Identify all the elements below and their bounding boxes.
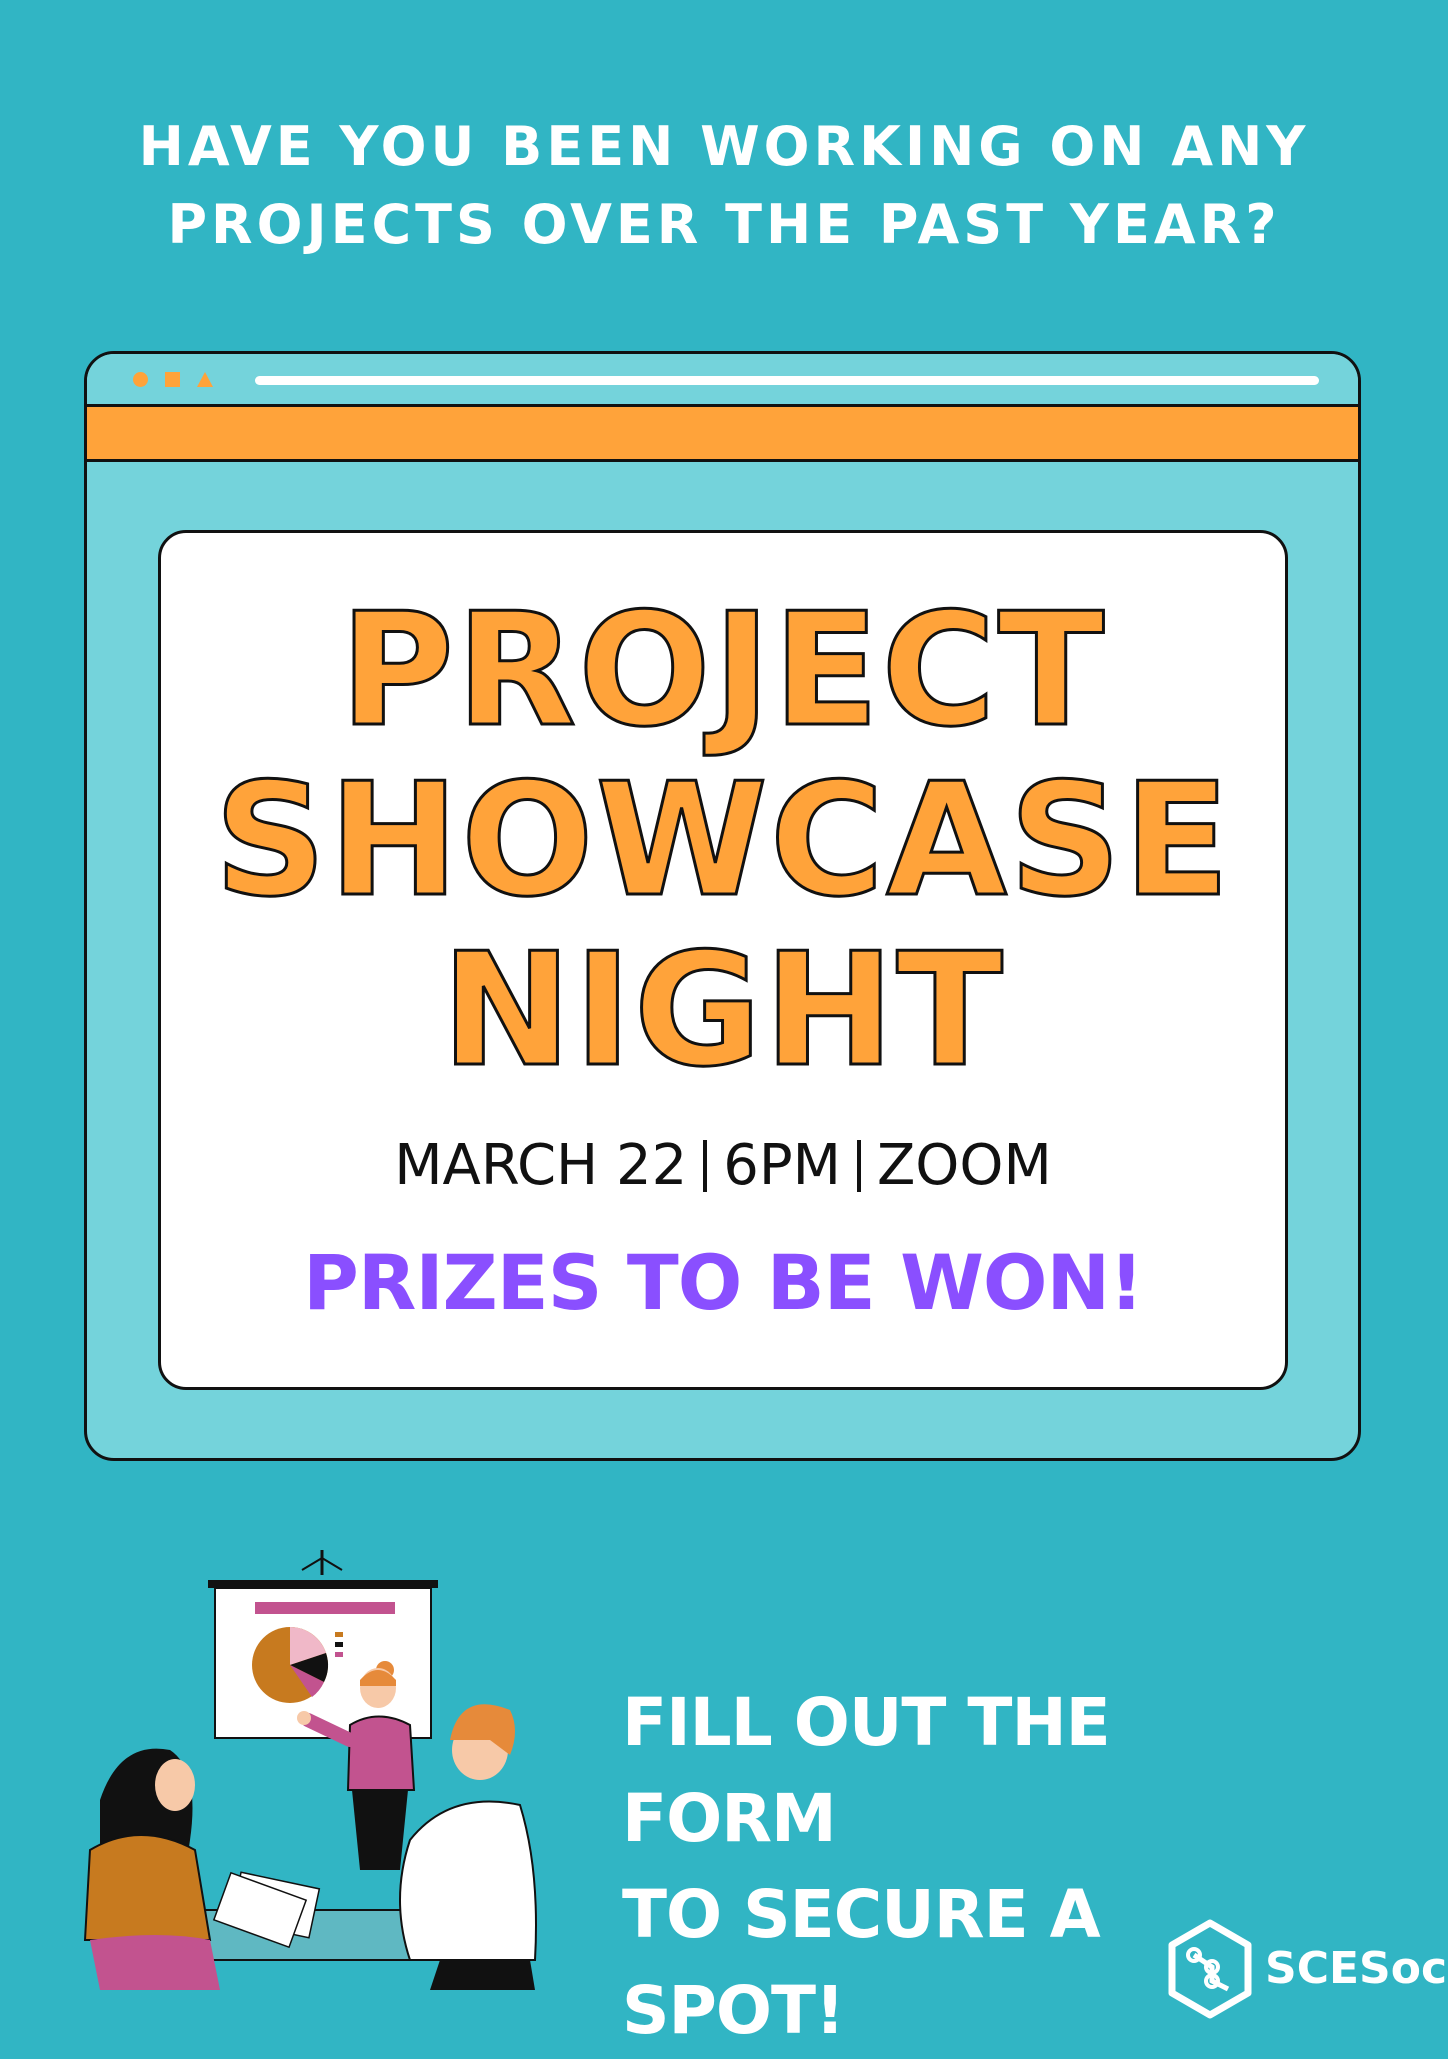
square-icon xyxy=(165,372,180,387)
intro-question-line-2: PROJECTS OVER THE PAST YEAR? xyxy=(167,193,1281,256)
window-toolbar-band xyxy=(87,404,1358,462)
event-time: 6PM xyxy=(723,1133,841,1198)
window-title-bar xyxy=(87,354,1358,406)
divider xyxy=(703,1140,708,1192)
event-date: MARCH 22 xyxy=(394,1133,688,1198)
triangle-icon xyxy=(197,372,213,387)
scesoc-logo: SCESoc xyxy=(1160,1915,1447,2025)
event-title-line-3: NIGHT xyxy=(440,919,1005,1101)
intro-question: HAVE YOU BEEN WORKING ON ANY PROJECTS OV… xyxy=(0,108,1448,264)
circle-icon xyxy=(133,372,148,387)
event-title-line-1: PROJECT xyxy=(338,579,1107,761)
prizes-text: PRIZES TO BE WON! xyxy=(303,1238,1144,1327)
intro-question-line-1: HAVE YOU BEEN WORKING ON ANY xyxy=(138,115,1310,178)
event-location: ZOOM xyxy=(876,1133,1052,1198)
event-card: PROJECT SHOWCASE NIGHT MARCH 22 6PM ZOOM P… xyxy=(158,530,1288,1390)
logo-text: SCESoc xyxy=(1265,1943,1448,1994)
presentation-illustration xyxy=(83,1550,537,1990)
scesoc-logo-icon xyxy=(1168,1919,1252,2019)
address-bar xyxy=(255,376,1319,385)
divider xyxy=(856,1140,861,1192)
event-title: PROJECT SHOWCASE NIGHT xyxy=(161,579,1285,1101)
cta-line-1: FILL OUT THE FORM xyxy=(622,1684,1111,1857)
event-details: MARCH 22 6PM ZOOM xyxy=(161,1133,1285,1198)
event-title-line-2: SHOWCASE xyxy=(213,749,1232,931)
